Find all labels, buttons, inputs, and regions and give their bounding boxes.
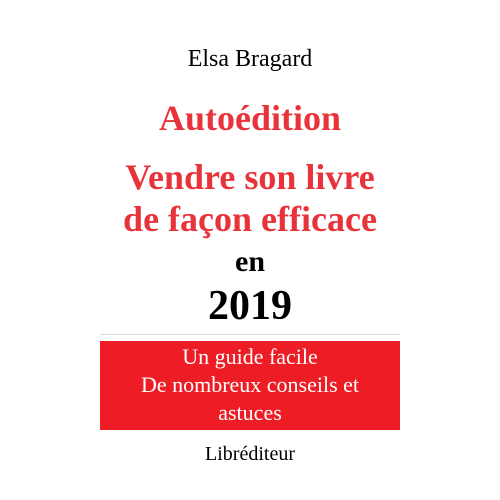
title-connector: en <box>235 245 265 278</box>
author-name: Elsa Bragard <box>187 46 313 72</box>
title-line-3: de façon efficace <box>123 199 377 239</box>
title-year: 2019 <box>208 283 292 329</box>
subtitle-banner: Un guide facile De nombreux conseils et … <box>100 341 400 430</box>
banner-line-3: astuces <box>218 400 282 425</box>
publisher-name: Libréditeur <box>205 443 295 465</box>
divider-line <box>100 334 400 335</box>
book-cover: Elsa Bragard Autoédition Vendre son livr… <box>0 0 500 500</box>
title-line-2: Vendre son livre <box>125 157 375 197</box>
banner-line-2: De nombreux conseils et <box>140 372 360 397</box>
title-line-1: Autoédition <box>158 98 342 138</box>
banner-line-1: Un guide facile <box>182 344 318 369</box>
